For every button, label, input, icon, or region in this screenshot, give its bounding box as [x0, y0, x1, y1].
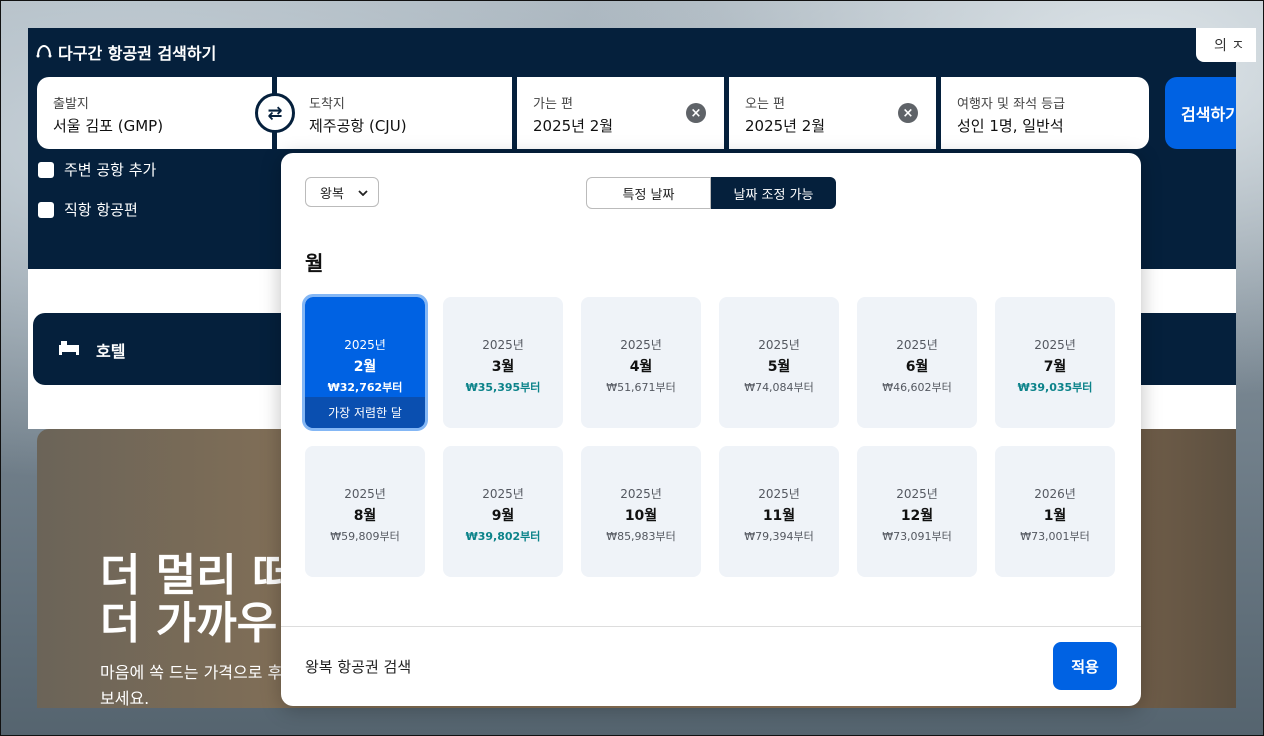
language-button[interactable]: 의 ㅈ — [1196, 28, 1256, 62]
month-price: ₩85,983부터 — [606, 530, 676, 543]
month-card[interactable]: 2025년 9월 ₩39,802부터 — [443, 446, 563, 577]
month-name: 3월 — [491, 359, 515, 375]
hero-sub-1: 마음에 쏙 드는 가격으로 후 — [100, 663, 283, 682]
date-picker-popup: 왕복 특정 날짜 날짜 조정 가능 월 2025년 2월 ₩32,762부터 가… — [281, 153, 1141, 706]
return-field[interactable]: 오는 편 2025년 2월 × — [729, 77, 936, 149]
month-year: 2025년 — [344, 338, 386, 352]
divider — [281, 626, 1141, 627]
month-name: 2월 — [353, 359, 377, 375]
checkbox-box[interactable] — [38, 201, 54, 218]
section-title: 월 — [305, 251, 324, 275]
month-year: 2025년 — [482, 487, 524, 501]
month-year: 2025년 — [896, 338, 938, 352]
multi-city-icon — [36, 43, 52, 62]
depart-field[interactable]: 가는 편 2025년 2월 × — [517, 77, 724, 149]
hero-line-1: 더 멀리 떠 — [100, 550, 293, 601]
month-price: ₩74,084부터 — [744, 381, 814, 394]
month-price: ₩59,809부터 — [330, 530, 400, 543]
month-year: 2025년 — [482, 338, 524, 352]
hero-heading: 더 멀리 떠 더 가까우 — [100, 552, 293, 648]
month-price: ₩39,802부터 — [465, 530, 541, 543]
tab-specific-date[interactable]: 특정 날짜 — [586, 177, 711, 209]
month-name: 11월 — [762, 508, 796, 524]
month-price: ₩39,035부터 — [1017, 381, 1093, 394]
checkbox-box[interactable] — [38, 161, 54, 178]
trip-type-value: 왕복 — [320, 186, 344, 202]
depart-value: 2025년 2월 — [533, 117, 614, 135]
month-price: ₩51,671부터 — [606, 381, 676, 394]
hotel-label: 호텔 — [96, 342, 126, 361]
page-title: 다구간 항공권 검색하기 — [36, 40, 216, 64]
origin-value: 서울 김포 (GMP) — [53, 117, 164, 135]
clear-depart-icon[interactable]: × — [686, 103, 706, 123]
month-card[interactable]: 2025년 12월 ₩73,091부터 — [857, 446, 977, 577]
clear-return-icon[interactable]: × — [898, 103, 918, 123]
month-name: 10월 — [624, 508, 658, 524]
month-name: 5월 — [767, 359, 791, 375]
month-name: 7월 — [1043, 359, 1067, 375]
month-card[interactable]: 2025년 6월 ₩46,602부터 — [857, 297, 977, 428]
month-card[interactable]: 2025년 3월 ₩35,395부터 — [443, 297, 563, 428]
month-year: 2025년 — [758, 338, 800, 352]
month-name: 8월 — [353, 508, 377, 524]
month-card[interactable]: 2025년 2월 ₩32,762부터 가장 저렴한 달 — [302, 294, 428, 431]
month-card[interactable]: 2025년 5월 ₩74,084부터 — [719, 297, 839, 428]
month-price: ₩46,602부터 — [882, 381, 952, 394]
tab-flexible-date[interactable]: 날짜 조정 가능 — [711, 177, 836, 209]
search-button[interactable]: 검색하기 — [1165, 77, 1236, 149]
swap-icon: ⇄ — [267, 102, 283, 124]
return-value: 2025년 2월 — [745, 117, 826, 135]
month-year: 2026년 — [1034, 487, 1076, 501]
hero-sub-2: 보세요. — [100, 689, 150, 708]
month-card[interactable]: 2025년 4월 ₩51,671부터 — [581, 297, 701, 428]
nearby-airports-label: 주변 공항 추가 — [64, 161, 157, 179]
swap-button[interactable]: ⇄ — [255, 93, 295, 133]
month-card[interactable]: 2025년 10월 ₩85,983부터 — [581, 446, 701, 577]
footer-label: 왕복 항공권 검색 — [305, 658, 412, 676]
month-name: 9월 — [491, 508, 515, 524]
month-year: 2025년 — [758, 487, 800, 501]
travelers-label: 여행자 및 좌석 등급 — [957, 97, 1066, 112]
cheapest-badge: 가장 저렴한 달 — [305, 397, 425, 428]
hero-line-2: 더 가까우 — [100, 598, 278, 649]
month-year: 2025년 — [1034, 338, 1076, 352]
direct-flights-checkbox[interactable]: 직항 항공편 — [38, 199, 138, 220]
nearby-airports-checkbox[interactable]: 주변 공항 추가 — [38, 159, 156, 180]
month-card[interactable]: 2025년 7월 ₩39,035부터 — [995, 297, 1115, 428]
destination-field[interactable]: 도착지 제주공항 (CJU) — [277, 77, 512, 149]
month-name: 6월 — [905, 359, 929, 375]
trip-type-select[interactable]: 왕복 — [305, 177, 379, 207]
apply-button[interactable]: 적용 — [1053, 642, 1117, 690]
month-year: 2025년 — [896, 487, 938, 501]
month-name: 12월 — [900, 508, 934, 524]
travelers-value: 성인 1명, 일반석 — [957, 117, 1064, 135]
month-price: ₩79,394부터 — [744, 530, 814, 543]
month-name: 1월 — [1043, 508, 1067, 524]
depart-label: 가는 편 — [533, 97, 574, 112]
month-card[interactable]: 2026년 1월 ₩73,001부터 — [995, 446, 1115, 577]
direct-flights-label: 직항 항공편 — [64, 201, 138, 219]
destination-label: 도착지 — [309, 97, 345, 112]
month-card[interactable]: 2025년 8월 ₩59,809부터 — [305, 446, 425, 577]
hero-subtext: 마음에 쏙 드는 가격으로 후 보세요. — [100, 660, 282, 712]
month-card[interactable]: 2025년 11월 ₩79,394부터 — [719, 446, 839, 577]
destination-value: 제주공항 (CJU) — [309, 117, 407, 135]
origin-field[interactable]: 출발지 서울 김포 (GMP) — [37, 77, 272, 149]
month-price: ₩32,762부터 — [327, 381, 403, 394]
chevron-down-icon — [358, 185, 368, 200]
month-price: ₩73,091부터 — [882, 530, 952, 543]
travelers-field[interactable]: 여행자 및 좌석 등급 성인 1명, 일반석 — [941, 77, 1149, 149]
month-year: 2025년 — [620, 487, 662, 501]
month-year: 2025년 — [620, 338, 662, 352]
month-price: ₩73,001부터 — [1020, 530, 1090, 543]
bed-icon — [58, 337, 80, 357]
month-year: 2025년 — [344, 487, 386, 501]
origin-label: 출발지 — [53, 97, 89, 112]
month-name: 4월 — [629, 359, 653, 375]
month-price: ₩35,395부터 — [465, 381, 541, 394]
page-title-text: 다구간 항공권 검색하기 — [58, 44, 217, 63]
return-label: 오는 편 — [745, 97, 786, 112]
